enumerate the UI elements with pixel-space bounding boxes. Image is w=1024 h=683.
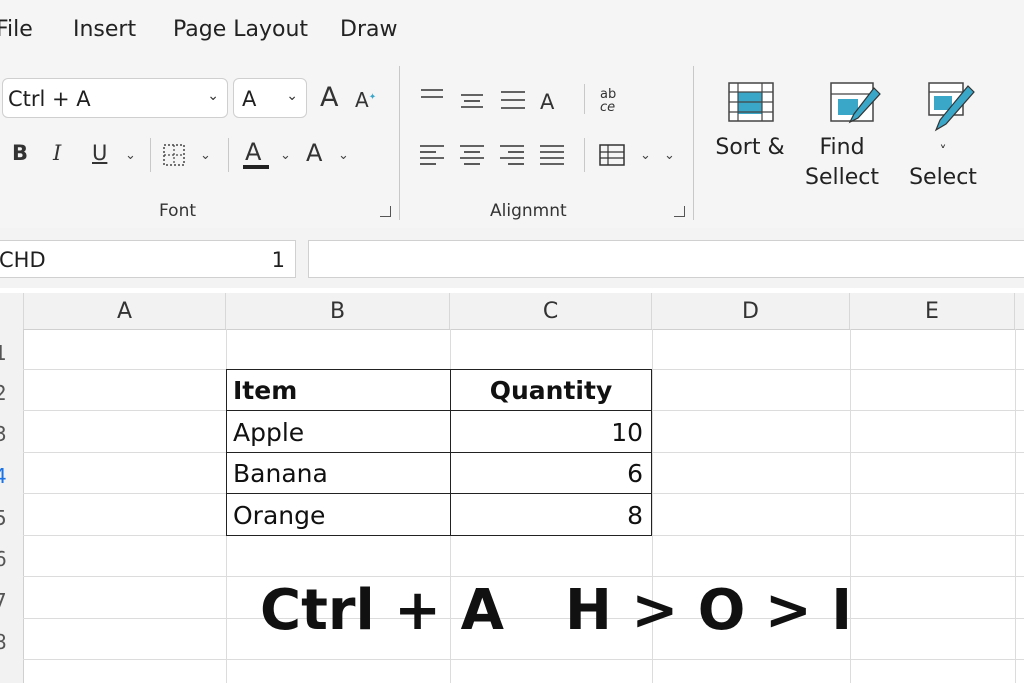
row-header-8[interactable]: 8 xyxy=(0,630,23,654)
sort-filter-button[interactable]: Sort & xyxy=(708,76,792,186)
align-center-icon[interactable] xyxy=(460,144,484,166)
shrink-font-label: A xyxy=(355,88,369,112)
align-left-icon[interactable] xyxy=(420,144,444,166)
row-header-6[interactable]: 6 xyxy=(0,547,23,571)
font-name-value: Ctrl + A xyxy=(8,87,91,111)
table-cell-quantity[interactable]: 10 xyxy=(450,410,652,453)
bold-button[interactable]: B xyxy=(12,141,28,165)
table-cell-quantity[interactable]: 6 xyxy=(450,452,652,494)
wrap-text-bottom: ce xyxy=(600,100,616,115)
chevron-down-icon[interactable]: ⌄ xyxy=(125,148,136,163)
table-cell-item[interactable]: Apple xyxy=(226,410,451,453)
chevron-down-icon[interactable]: ⌄ xyxy=(338,148,349,163)
sparkle-icon: ✦ xyxy=(368,92,377,103)
find-pen-icon xyxy=(830,82,881,124)
select-all-corner[interactable] xyxy=(0,293,24,329)
table-header-item[interactable]: Item xyxy=(226,369,451,411)
find-label-line1: Find xyxy=(819,135,865,160)
menu-bar: File Insert Page Layout Draw xyxy=(0,0,1024,62)
chevron-down-icon[interactable]: ⌄ xyxy=(200,148,211,163)
font-group-label: Font xyxy=(159,201,197,221)
chevron-down-icon: ⌄ xyxy=(207,88,219,104)
font-name-combo[interactable]: Ctrl + A ⌄ xyxy=(2,78,228,118)
borders-icon[interactable] xyxy=(163,144,185,166)
gridline xyxy=(1015,329,1016,683)
column-header-d[interactable]: D xyxy=(652,293,850,329)
chevron-down-icon[interactable]: ⌄ xyxy=(640,148,651,163)
alignment-group-label: Alignmnt xyxy=(490,201,567,221)
sort-filter-label: Sort & xyxy=(715,135,785,160)
formula-input[interactable] xyxy=(308,240,1024,278)
ribbon: Ctrl + A ⌄ A ⌄ A A✦ B I U ⌄ ⌄ A ⌄ A ⌄ Fo… xyxy=(0,62,1024,229)
table-header-quantity[interactable]: Quantity xyxy=(450,369,652,411)
menu-draw[interactable]: Draw xyxy=(340,17,397,42)
menu-page-layout[interactable]: Page Layout xyxy=(173,17,308,42)
highlight-button[interactable]: A xyxy=(306,139,322,167)
merge-center-icon[interactable] xyxy=(599,144,625,166)
row-header-4[interactable]: 4 xyxy=(0,464,23,488)
row-header-1[interactable]: 1 xyxy=(0,341,23,365)
table-cell-quantity[interactable]: 8 xyxy=(450,493,652,536)
menu-insert[interactable]: Insert xyxy=(73,17,136,42)
divider xyxy=(584,84,585,114)
find-select-button[interactable]: Find Sellect xyxy=(800,76,884,196)
chevron-down-icon[interactable]: ⌄ xyxy=(280,148,291,163)
column-headers: A B C D E xyxy=(0,293,1024,330)
column-header-c[interactable]: C xyxy=(450,293,652,329)
shrink-font-button[interactable]: A✦ xyxy=(355,88,376,112)
select-label: Select xyxy=(909,165,977,190)
table-cell-item[interactable]: Banana xyxy=(226,452,451,494)
orientation-button[interactable]: A xyxy=(540,90,554,114)
font-color-bar xyxy=(243,165,269,169)
align-right-icon[interactable] xyxy=(500,144,524,166)
divider xyxy=(228,138,229,172)
row-header-2[interactable]: 2 xyxy=(0,381,23,405)
middle-align-icon[interactable] xyxy=(461,92,483,110)
row-header-3[interactable]: 3 xyxy=(0,422,23,446)
grow-font-button[interactable]: A xyxy=(320,82,338,113)
divider xyxy=(150,138,151,172)
gridline xyxy=(23,659,1024,660)
shortcut-h-o-i: H > O > I xyxy=(565,578,853,643)
select-pen-icon xyxy=(928,82,975,132)
chevron-down-icon[interactable]: ⌄ xyxy=(664,148,675,163)
name-box[interactable]: CHD 1 xyxy=(0,240,296,278)
row-header-5[interactable]: 5 xyxy=(0,506,23,530)
column-header-b[interactable]: B xyxy=(226,293,450,329)
menu-file[interactable]: File xyxy=(0,17,33,42)
divider xyxy=(584,138,585,172)
dialog-launcher-icon[interactable] xyxy=(674,206,685,217)
underline-button[interactable]: U xyxy=(92,141,107,165)
font-color-button[interactable]: A xyxy=(245,138,261,166)
find-label-line2: Sellect xyxy=(805,165,879,190)
font-size-combo[interactable]: A ⌄ xyxy=(233,78,307,118)
shortcut-ctrl-a: Ctrl + A xyxy=(260,578,504,643)
name-box-value: 1 xyxy=(271,248,285,272)
column-header-e[interactable]: E xyxy=(850,293,1015,329)
dialog-launcher-icon[interactable] xyxy=(380,206,391,217)
row-header-7[interactable]: 7 xyxy=(0,589,23,613)
bottom-align-icon[interactable] xyxy=(501,90,525,110)
top-align-icon[interactable] xyxy=(421,88,443,106)
chevron-down-icon: ⌄ xyxy=(286,88,298,104)
gridline xyxy=(23,576,1024,577)
sort-filter-icon xyxy=(728,82,774,122)
column-header-a[interactable]: A xyxy=(24,293,226,329)
wrap-text-button[interactable]: ab ce xyxy=(600,88,616,114)
italic-button[interactable]: I xyxy=(53,141,61,165)
gridline xyxy=(23,618,1024,619)
formula-bar: CHD 1 xyxy=(0,228,1024,288)
font-size-value: A xyxy=(242,87,257,111)
group-divider xyxy=(399,66,400,220)
name-box-text: CHD xyxy=(0,248,46,272)
select-button[interactable]: ˅ Select xyxy=(900,76,986,196)
table-cell-item[interactable]: Orange xyxy=(226,493,451,536)
group-divider xyxy=(693,66,694,220)
data-table: Item Quantity Apple 10 Banana 6 Orange 8 xyxy=(226,369,652,536)
justify-icon[interactable] xyxy=(540,144,564,166)
